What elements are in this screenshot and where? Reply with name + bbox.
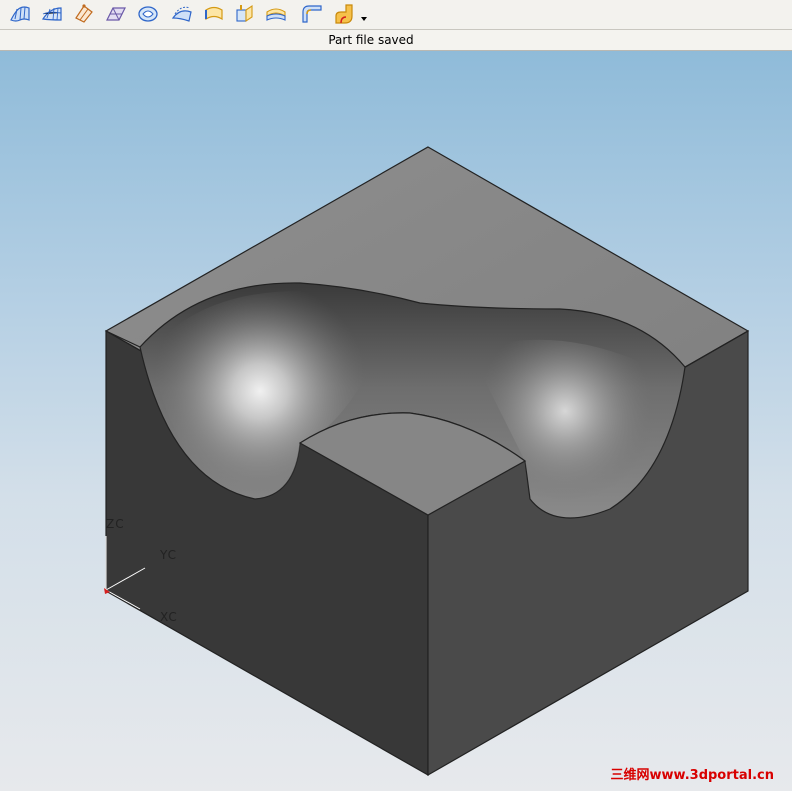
extension-icon[interactable] <box>202 2 226 26</box>
model-scene <box>104 146 750 777</box>
z-axis-label: ZC <box>106 517 125 531</box>
y-axis-label: YC <box>160 548 178 562</box>
swept-surface-icon[interactable] <box>72 2 96 26</box>
face-blend-icon[interactable] <box>300 2 324 26</box>
trimmed-sheet-icon[interactable] <box>264 2 288 26</box>
through-curves-icon[interactable] <box>8 2 32 26</box>
section-surface-icon[interactable] <box>104 2 128 26</box>
watermark-text: 三维网www.3dportal.cn <box>610 768 774 783</box>
law-extension-icon[interactable] <box>232 2 256 26</box>
graphics-viewport[interactable]: ZC YC XC 三维网www.3dportal.cn <box>0 51 792 791</box>
offset-surface-icon[interactable] <box>170 2 194 26</box>
bounded-plane-icon[interactable] <box>136 2 160 26</box>
styled-blend-icon[interactable] <box>332 2 356 26</box>
status-message: Part file saved <box>328 33 414 47</box>
x-axis-label: XC <box>160 610 178 624</box>
status-bar: Part file saved <box>0 30 792 51</box>
toolbar-overflow-icon[interactable] <box>361 16 367 22</box>
surface-toolbar <box>0 0 792 30</box>
through-curve-mesh-icon[interactable] <box>40 2 64 26</box>
